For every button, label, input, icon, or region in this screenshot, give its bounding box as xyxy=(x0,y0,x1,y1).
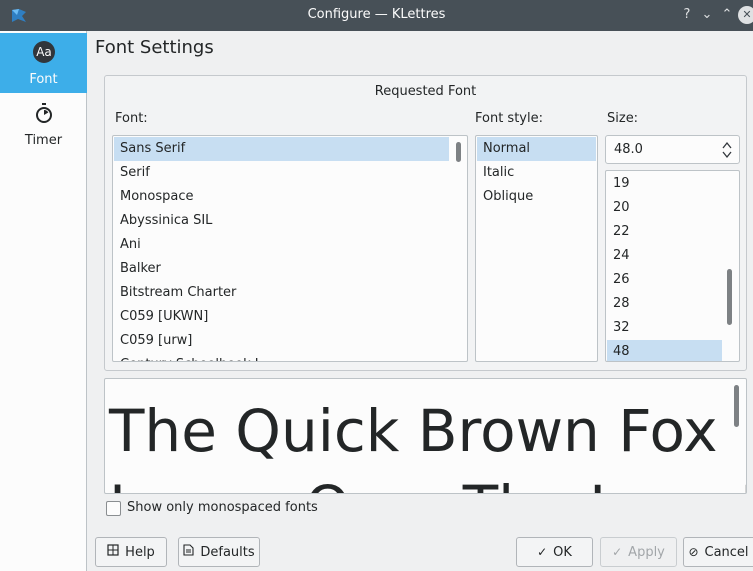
list-item[interactable]: Italic xyxy=(477,161,596,185)
close-icon[interactable]: ✕ xyxy=(738,6,753,24)
list-item[interactable]: 20 xyxy=(607,196,722,220)
cancel-circle-icon: ⊘ xyxy=(688,545,699,559)
help-button-label: Help xyxy=(125,545,155,560)
ok-button[interactable]: ✓ OK xyxy=(516,537,593,567)
list-item[interactable]: 19 xyxy=(607,172,722,196)
list-item[interactable]: 26 xyxy=(607,268,722,292)
preview-text-line-1: The Quick Brown Fox xyxy=(109,397,718,465)
list-item[interactable]: Bitstream Charter xyxy=(114,281,449,305)
sidebar-item-label: Font xyxy=(29,72,58,87)
help-question-icon[interactable]: ? xyxy=(678,6,696,24)
list-item[interactable]: 32 xyxy=(607,316,722,340)
cancel-button-label: Cancel xyxy=(704,545,749,560)
list-item[interactable]: Century Schoolbook L xyxy=(114,353,449,361)
help-button[interactable]: Help xyxy=(95,537,167,567)
font-list-scrollbar[interactable] xyxy=(456,142,461,162)
document-revert-icon xyxy=(183,538,194,566)
size-list-scrollbar[interactable] xyxy=(727,269,732,325)
list-item[interactable]: Ani xyxy=(114,233,449,257)
font-style-list[interactable]: Normal Italic Oblique xyxy=(475,135,598,362)
list-item[interactable]: C059 [UKWN] xyxy=(114,305,449,329)
minimize-icon[interactable]: ⌄ xyxy=(698,6,716,24)
list-item[interactable]: Monospace xyxy=(114,185,449,209)
list-item[interactable]: 24 xyxy=(607,244,722,268)
font-size-list[interactable]: 19 20 22 24 26 28 32 48 xyxy=(605,170,740,362)
ok-button-label: OK xyxy=(553,545,572,560)
list-item[interactable]: Oblique xyxy=(477,185,596,209)
sidebar-item-font[interactable]: Aa Font xyxy=(0,33,87,93)
window-title: Configure — KLettres xyxy=(307,7,446,22)
list-item[interactable]: 28 xyxy=(607,292,722,316)
defaults-button[interactable]: Defaults xyxy=(178,537,260,567)
font-style-column-label: Font style: xyxy=(475,111,543,126)
maximize-icon[interactable]: ⌃ xyxy=(718,6,736,24)
spin-arrows-icon[interactable] xyxy=(721,139,733,161)
list-item[interactable]: 48 xyxy=(607,340,722,361)
page-title: Font Settings xyxy=(95,37,214,58)
defaults-button-label: Defaults xyxy=(200,545,255,560)
monospace-checkbox[interactable] xyxy=(106,501,121,516)
font-column-label: Font: xyxy=(115,111,148,126)
list-item[interactable]: Normal xyxy=(477,137,596,161)
apply-button[interactable]: ✓ Apply xyxy=(600,537,677,567)
list-item[interactable]: Serif xyxy=(114,161,449,185)
preview-text-line-2: Jumps Over The Lazy Dog xyxy=(109,469,746,493)
apply-button-label: Apply xyxy=(628,545,665,560)
font-size-spinbox[interactable]: 48.0 xyxy=(605,135,740,164)
stopwatch-icon xyxy=(33,102,55,124)
sidebar-item-label: Timer xyxy=(24,133,63,148)
font-size-value: 48.0 xyxy=(614,142,643,157)
font-family-list[interactable]: Sans Serif Serif Monospace Abyssinica SI… xyxy=(112,135,468,362)
help-book-icon xyxy=(107,538,119,566)
checkmark-icon: ✓ xyxy=(537,545,548,559)
checkmark-icon: ✓ xyxy=(612,545,623,559)
page-sidebar: Aa Font Timer xyxy=(0,31,87,571)
monospace-checkbox-label: Show only monospaced fonts xyxy=(127,500,318,515)
cancel-button[interactable]: ⊘ Cancel xyxy=(683,537,753,567)
font-aa-icon: Aa xyxy=(33,41,55,63)
list-item[interactable]: 22 xyxy=(607,220,722,244)
list-item[interactable]: Abyssinica SIL xyxy=(114,209,449,233)
size-column-label: Size: xyxy=(607,111,639,126)
title-bar: Configure — KLettres ? ⌄ ⌃ ✕ xyxy=(0,0,753,31)
list-item[interactable]: Sans Serif xyxy=(114,137,449,161)
sidebar-item-timer[interactable]: Timer xyxy=(0,94,87,154)
list-item[interactable]: C059 [urw] xyxy=(114,329,449,353)
preview-scrollbar[interactable] xyxy=(734,385,739,427)
list-item[interactable]: Balker xyxy=(114,257,449,281)
font-preview[interactable]: The Quick Brown Fox Jumps Over The Lazy … xyxy=(104,378,747,494)
group-title: Requested Font xyxy=(374,84,477,99)
